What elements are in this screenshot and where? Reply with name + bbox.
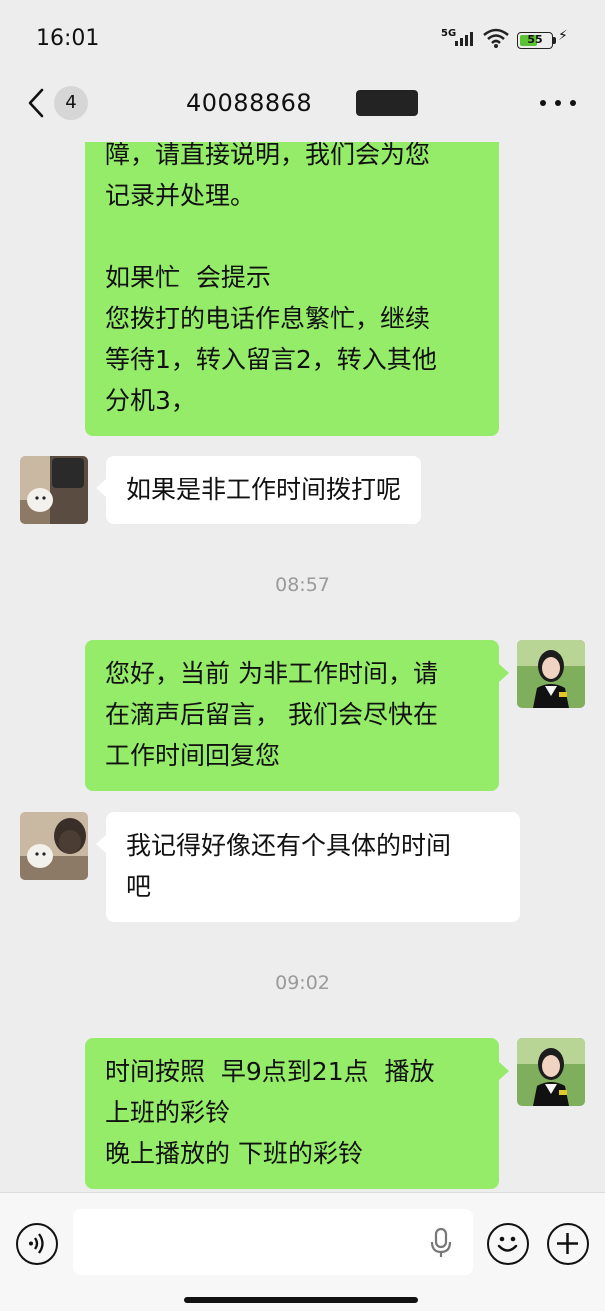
- bubble-tail: [499, 664, 509, 682]
- my-avatar[interactable]: [517, 640, 585, 708]
- chat-header: 4 40088868: [0, 80, 605, 142]
- voice-icon[interactable]: [16, 1223, 58, 1265]
- charging-icon: ⚡: [558, 28, 568, 44]
- unread-count-badge[interactable]: 4: [54, 86, 88, 120]
- my-avatar[interactable]: [517, 1038, 585, 1106]
- input-bar: [0, 1192, 605, 1311]
- my-message-bubble[interactable]: 时间按照 早9点到21点 播放 上班的彩铃 晚上播放的 下班的彩铃: [85, 1038, 499, 1189]
- bubble-tail: [499, 1062, 509, 1080]
- message-timestamp: 09:02: [275, 972, 330, 994]
- contact-message-bubble[interactable]: 我记得好像还有个具体的时间 吧: [106, 812, 520, 922]
- contact-avatar[interactable]: [20, 812, 88, 880]
- more-horizontal-icon[interactable]: [540, 100, 576, 108]
- battery-cap: [553, 37, 556, 44]
- my-message-bubble[interactable]: 您好，当前 为非工作时间，请 在滴声后留言， 我们会尽快在 工作时间回复您: [85, 640, 499, 791]
- contact-avatar[interactable]: [20, 456, 88, 524]
- bubble-tail: [96, 835, 106, 853]
- mic-icon[interactable]: [430, 1227, 452, 1259]
- bubble-tail: [96, 479, 106, 497]
- message-input[interactable]: [73, 1209, 473, 1275]
- contact-message-bubble[interactable]: 如果是非工作时间拨打呢: [106, 456, 422, 524]
- wifi-icon: [483, 28, 509, 48]
- message-timestamp: 08:57: [275, 574, 330, 596]
- plus-icon[interactable]: [547, 1223, 589, 1265]
- network-type: 5G: [441, 28, 457, 39]
- battery-icon: 55: [517, 32, 553, 49]
- chevron-left-icon[interactable]: [24, 86, 50, 120]
- message-list[interactable]: 障，请直接说明，我们会为您 记录并处理。 如果忙 会提示 您拨打的电话作息繁忙，…: [0, 142, 605, 1192]
- signal-icon: [455, 30, 477, 46]
- redaction-mask: [356, 90, 418, 116]
- chat-title: 40088868: [186, 89, 313, 117]
- status-bar: 16:01 5G 55 ⚡: [0, 0, 605, 80]
- emoji-icon[interactable]: [487, 1223, 529, 1265]
- my-message-bubble[interactable]: 障，请直接说明，我们会为您 记录并处理。 如果忙 会提示 您拨打的电话作息繁忙，…: [85, 142, 499, 436]
- status-time: 16:01: [36, 26, 100, 51]
- battery-percent: 55: [527, 33, 543, 46]
- home-indicator[interactable]: [184, 1297, 418, 1303]
